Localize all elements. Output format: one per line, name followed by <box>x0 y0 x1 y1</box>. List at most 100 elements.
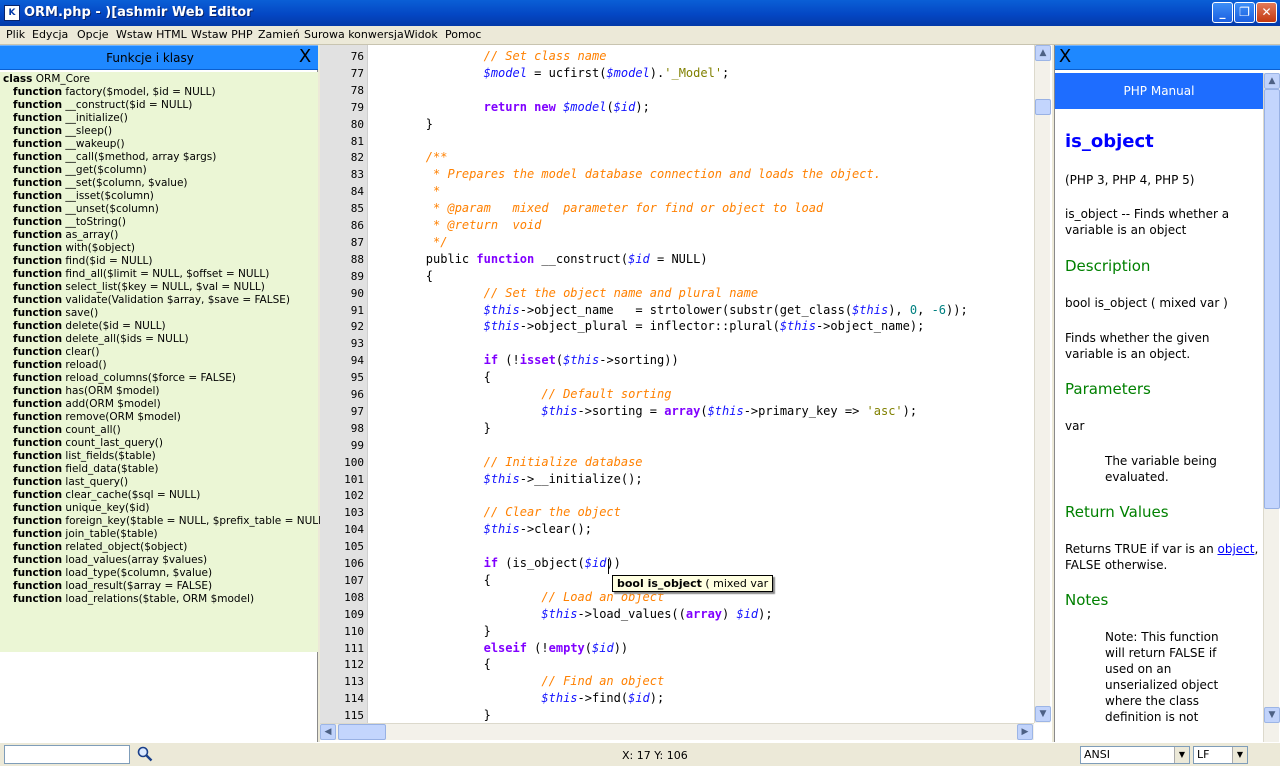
code-line[interactable]: { <box>368 572 491 589</box>
function-list-item[interactable]: function load_type($column, $value) <box>13 567 212 580</box>
code-line[interactable]: elseif (!empty($id)) <box>368 640 629 657</box>
menu-item[interactable]: Surowa konwersja <box>304 28 404 41</box>
line-ending-select[interactable]: LF ▼ <box>1193 746 1248 764</box>
code-line[interactable]: // Default sorting <box>368 386 671 403</box>
code-line[interactable]: * Prepares the model database connection… <box>368 166 881 183</box>
function-list-item[interactable]: function join_table($table) <box>13 528 158 541</box>
manual-vertical-scrollbar[interactable]: ▲ ▼ <box>1263 73 1280 742</box>
function-list-item[interactable]: function clear_cache($sql = NULL) <box>13 489 200 502</box>
scroll-left-arrow[interactable]: ◀ <box>320 724 336 740</box>
function-list-item[interactable]: function list_fields($table) <box>13 450 156 463</box>
code-line[interactable]: * <box>368 183 440 200</box>
search-input[interactable] <box>4 745 130 764</box>
maximize-button[interactable]: ❐ <box>1234 2 1255 23</box>
code-line[interactable]: // Set class name <box>368 48 607 65</box>
close-button[interactable]: ✕ <box>1256 2 1277 23</box>
code-line[interactable]: public function __construct($id = NULL) <box>368 251 708 268</box>
function-list-item[interactable]: function count_all() <box>13 424 121 437</box>
code-line[interactable]: } <box>368 116 433 133</box>
function-list-item[interactable]: function with($object) <box>13 242 135 255</box>
code-line[interactable]: /** <box>368 149 448 166</box>
function-list-item[interactable]: function reload() <box>13 359 107 372</box>
code-line[interactable]: $this->find($id); <box>368 690 664 707</box>
editor-vertical-scrollbar[interactable]: ▲ ▼ <box>1034 45 1051 723</box>
function-list-item[interactable]: function find($id = NULL) <box>13 255 153 268</box>
code-line[interactable]: { <box>368 656 491 673</box>
function-list-item[interactable]: function unique_key($id) <box>13 502 150 515</box>
code-line[interactable]: // Find an object <box>368 673 664 690</box>
function-list-item[interactable]: function select_list($key = NULL, $val =… <box>13 281 265 294</box>
horizontal-scroll-thumb[interactable] <box>338 724 386 740</box>
code-line[interactable]: if (is_object($id)) <box>368 555 621 572</box>
function-list-item[interactable]: function has(ORM $model) <box>13 385 160 398</box>
close-functions-panel-button[interactable]: X <box>297 48 313 66</box>
function-list-item[interactable]: function __construct($id = NULL) <box>13 99 192 112</box>
code-line[interactable]: return new $model($id); <box>368 99 650 116</box>
function-list-item[interactable]: function __unset($column) <box>13 203 159 216</box>
function-list-item[interactable]: function __call($method, array $args) <box>13 151 216 164</box>
encoding-select[interactable]: ANSI ▼ <box>1080 746 1190 764</box>
code-line[interactable]: $this->object_name = strtolower(substr(g… <box>368 302 968 319</box>
code-line[interactable]: * @param mixed parameter for find or obj… <box>368 200 823 217</box>
function-list-item[interactable]: function clear() <box>13 346 100 359</box>
menu-item[interactable]: Pomoc <box>445 28 481 41</box>
menu-item[interactable]: Widok <box>404 28 438 41</box>
function-list-item[interactable]: function factory($model, $id = NULL) <box>13 86 216 99</box>
code-line[interactable]: } <box>368 420 491 437</box>
code-editor[interactable]: 76 77 78 79 80 81 82 83 84 85 86 87 88 89 90 91 92 93 94 95… <box>320 45 1052 742</box>
function-list-item[interactable]: function remove(ORM $model) <box>13 411 181 424</box>
function-list-item[interactable]: function __sleep() <box>13 125 112 138</box>
manual-scroll-thumb[interactable] <box>1264 89 1280 509</box>
function-list-item[interactable]: function count_last_query() <box>13 437 163 450</box>
menu-item[interactable]: Opcje <box>77 28 109 41</box>
manual-scroll-down-arrow[interactable]: ▼ <box>1264 707 1280 723</box>
code-line[interactable]: } <box>368 623 491 640</box>
search-icon[interactable] <box>136 745 154 763</box>
function-list-item[interactable]: function __isset($column) <box>13 190 154 203</box>
code-line[interactable]: if (!isset($this->sorting)) <box>368 352 679 369</box>
object-link[interactable]: object <box>1217 542 1254 556</box>
code-line[interactable]: $model = ucfirst($model).'_Model'; <box>368 65 730 82</box>
code-line[interactable]: */ <box>368 234 447 251</box>
code-line[interactable]: $this->load_values((array) $id); <box>368 606 772 623</box>
editor-horizontal-scrollbar[interactable]: ◀ ▶ <box>320 723 1034 740</box>
chevron-down-icon[interactable]: ▼ <box>1174 747 1189 763</box>
function-list-item[interactable]: function __wakeup() <box>13 138 125 151</box>
menu-item[interactable]: Plik <box>6 28 25 41</box>
menu-item[interactable]: Wstaw PHP <box>191 28 253 41</box>
menu-item[interactable]: Zamień <box>258 28 300 41</box>
function-list-item[interactable]: function __initialize() <box>13 112 128 125</box>
manual-scroll-up-arrow[interactable]: ▲ <box>1264 73 1280 89</box>
function-list-item[interactable]: function __get($column) <box>13 164 147 177</box>
chevron-down-icon[interactable]: ▼ <box>1232 747 1247 763</box>
function-list-item[interactable]: function load_relations($table, ORM $mod… <box>13 593 254 606</box>
menu-item[interactable]: Edycja <box>32 28 68 41</box>
function-list-item[interactable]: function __toString() <box>13 216 126 229</box>
scroll-up-arrow[interactable]: ▲ <box>1035 45 1051 61</box>
scroll-right-arrow[interactable]: ▶ <box>1017 724 1033 740</box>
code-line[interactable]: $this->sorting = array($this->primary_ke… <box>368 403 917 420</box>
function-list-item[interactable]: function foreign_key($table = NULL, $pre… <box>13 515 328 528</box>
function-list-item[interactable]: function reload_columns($force = FALSE) <box>13 372 236 385</box>
function-list-item[interactable]: function load_values(array $values) <box>13 554 207 567</box>
function-list-item[interactable]: function validate(Validation $array, $sa… <box>13 294 290 307</box>
code-line[interactable]: $this->__initialize(); <box>368 471 643 488</box>
function-list-item[interactable]: function as_array() <box>13 229 118 242</box>
function-list-item[interactable]: function load_result($array = FALSE) <box>13 580 212 593</box>
code-line[interactable]: // Clear the object <box>368 504 621 521</box>
function-list-item[interactable]: function delete($id = NULL) <box>13 320 166 333</box>
function-list-item[interactable]: function delete_all($ids = NULL) <box>13 333 189 346</box>
code-area[interactable]: // Set class name $model = ucfirst($mode… <box>368 45 1034 723</box>
code-line[interactable]: { <box>368 369 491 386</box>
function-list-item[interactable]: function add(ORM $model) <box>13 398 161 411</box>
function-list-item[interactable]: function field_data($table) <box>13 463 158 476</box>
scroll-thumb[interactable] <box>1035 99 1051 115</box>
function-list-item[interactable]: function save() <box>13 307 98 320</box>
code-line[interactable]: // Initialize database <box>368 454 643 471</box>
code-line[interactable]: { <box>368 268 433 285</box>
menu-item[interactable]: Wstaw HTML <box>116 28 187 41</box>
function-list-item[interactable]: function related_object($object) <box>13 541 187 554</box>
code-line[interactable]: * @return void <box>368 217 541 234</box>
scroll-down-arrow[interactable]: ▼ <box>1035 706 1051 722</box>
code-line[interactable]: $this->object_plural = inflector::plural… <box>368 318 925 335</box>
